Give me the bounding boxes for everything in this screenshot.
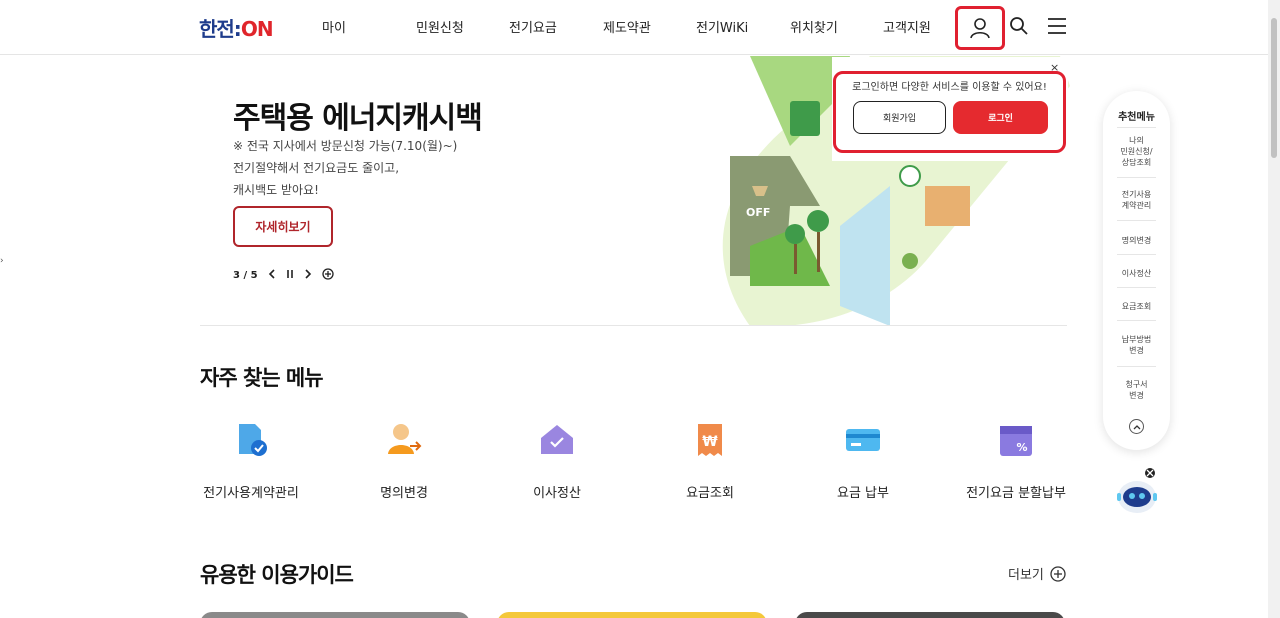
quick-item-payment-method[interactable]: 납부방법 변경 bbox=[1113, 334, 1160, 356]
quick-divider bbox=[1117, 254, 1156, 255]
quick-item-line: 변경 bbox=[1129, 391, 1144, 400]
login-popup: 로그인하면 다양한 서비스를 이용할 수 있어요! 회원가입 로그인 bbox=[833, 71, 1066, 153]
person-change-icon bbox=[388, 424, 422, 454]
quick-menu-title: 추천메뉴 bbox=[1118, 112, 1155, 123]
quick-item-line: 나의 bbox=[1129, 136, 1144, 145]
search-button[interactable] bbox=[1007, 14, 1031, 38]
carousel-pager: 3 / 5 bbox=[233, 268, 334, 283]
pager-count: 3 / 5 bbox=[233, 270, 258, 281]
hero-desc-line1: ※ 전국 지사에서 방문신청 가능(7.10(월)~) bbox=[233, 139, 458, 153]
freq-label: 전기요금 분할납부 bbox=[966, 486, 1066, 501]
logo-text-part2: ON bbox=[240, 17, 274, 41]
card-icon bbox=[846, 429, 880, 451]
svg-text:₩: ₩ bbox=[702, 434, 718, 450]
prev-edge-arrow: › bbox=[0, 256, 4, 266]
quick-item-line: 계약관리 bbox=[1121, 201, 1152, 210]
guide-card[interactable] bbox=[200, 612, 470, 618]
page-scrollbar[interactable] bbox=[1268, 0, 1280, 618]
hero-desc-line3: 캐시백도 받아요! bbox=[233, 183, 319, 197]
quick-item-line: 변경 bbox=[1129, 346, 1144, 355]
illus-off-label: OFF bbox=[746, 206, 770, 219]
search-icon bbox=[1010, 17, 1028, 35]
freq-bill-payment[interactable]: 요금 납부 bbox=[788, 420, 938, 501]
site-logo[interactable]: 한전:ON bbox=[199, 13, 274, 42]
freq-move-settlement[interactable]: 이사정산 bbox=[482, 420, 632, 501]
freq-label: 요금조회 bbox=[686, 486, 734, 501]
guide-card[interactable] bbox=[497, 612, 767, 618]
scrollbar-thumb[interactable] bbox=[1271, 18, 1277, 158]
quick-item-bill-inquiry[interactable]: 요금조회 bbox=[1113, 301, 1160, 312]
quick-item-bill-change[interactable]: 청구서 변경 bbox=[1113, 379, 1160, 401]
menu-button[interactable] bbox=[1045, 14, 1069, 38]
plus-circle-icon[interactable] bbox=[321, 268, 334, 283]
quick-divider bbox=[1117, 287, 1156, 288]
guide-card[interactable] bbox=[795, 612, 1065, 618]
header: 한전:ON 마이 민원신청 전기요금 제도약관 전기WiKi 위치찾기 고객지원 bbox=[0, 0, 1268, 55]
nav-civil-request[interactable]: 민원신청 bbox=[416, 17, 464, 36]
freq-bill-inquiry[interactable]: ₩ 요금조회 bbox=[635, 420, 785, 501]
more-button[interactable]: 더보기 bbox=[1008, 564, 1066, 583]
quick-item-name-change[interactable]: 명의변경 bbox=[1113, 235, 1160, 246]
hero-desc-line2: 전기절약해서 전기요금도 줄이고, bbox=[233, 161, 400, 175]
quick-item-line: 요금조회 bbox=[1121, 302, 1152, 311]
next-slide-icon[interactable] bbox=[304, 269, 312, 282]
quick-item-line: 민원신청/ bbox=[1120, 147, 1153, 156]
quick-item-line: 명의변경 bbox=[1121, 236, 1152, 245]
user-button[interactable] bbox=[955, 6, 1005, 50]
quick-item-line: 이사정산 bbox=[1121, 269, 1152, 278]
quick-item-contract[interactable]: 전기사용 계약관리 bbox=[1113, 189, 1160, 211]
section-divider bbox=[200, 325, 1067, 326]
chatbot-robot-icon[interactable] bbox=[1115, 468, 1165, 516]
quick-menu: 추천메뉴 나의 민원신청/ 상담조회 전기사용 계약관리 명의변경 이사정산 요… bbox=[1103, 91, 1170, 450]
plus-circle-icon bbox=[1050, 565, 1066, 582]
quick-divider bbox=[1117, 366, 1156, 367]
quick-item-my-request[interactable]: 나의 민원신청/ 상담조회 bbox=[1113, 135, 1160, 168]
freq-label: 요금 납부 bbox=[837, 486, 889, 501]
join-button[interactable]: 회원가입 bbox=[853, 101, 946, 134]
logo-text-part1: 한전: bbox=[199, 17, 242, 41]
popup-message: 로그인하면 다양한 서비스를 이용할 수 있어요! bbox=[852, 82, 1047, 93]
scroll-up-button[interactable] bbox=[1129, 419, 1144, 434]
guide-title: 유용한 이용가이드 bbox=[200, 563, 354, 587]
nav-terms[interactable]: 제도약관 bbox=[603, 17, 651, 36]
frequent-menu-title: 자주 찾는 메뉴 bbox=[200, 366, 324, 390]
freq-contract-management[interactable]: 전기사용계약관리 bbox=[176, 420, 326, 501]
hero-description: ※ 전국 지사에서 방문신청 가능(7.10(월)~) 전기절약해서 전기요금도… bbox=[233, 135, 457, 201]
prev-slide-icon[interactable] bbox=[268, 269, 276, 282]
freq-label: 명의변경 bbox=[380, 486, 428, 501]
nav-my[interactable]: 마이 bbox=[322, 17, 346, 36]
hero-title: 주택용 에너지캐시백 bbox=[233, 101, 483, 136]
more-label: 더보기 bbox=[1008, 568, 1044, 583]
nav-support[interactable]: 고객지원 bbox=[883, 17, 931, 36]
quick-item-line: 납부방법 bbox=[1121, 335, 1152, 344]
house-check-icon bbox=[541, 425, 573, 454]
nav-electric-bill[interactable]: 전기요금 bbox=[509, 17, 557, 36]
svg-text:%: % bbox=[1016, 441, 1027, 454]
calendar-percent-icon: % bbox=[1000, 426, 1032, 456]
hamburger-menu-icon bbox=[1048, 18, 1066, 34]
quick-divider bbox=[1117, 320, 1156, 321]
freq-installment-payment[interactable]: % 전기요금 분할납부 bbox=[941, 420, 1091, 501]
detail-button[interactable]: 자세히보기 bbox=[233, 206, 333, 247]
login-button[interactable]: 로그인 bbox=[953, 101, 1048, 134]
quick-item-line: 상담조회 bbox=[1121, 158, 1152, 167]
won-receipt-icon: ₩ bbox=[698, 424, 722, 456]
document-check-icon bbox=[239, 424, 267, 456]
quick-item-move-settlement[interactable]: 이사정산 bbox=[1113, 268, 1160, 279]
nav-location[interactable]: 위치찾기 bbox=[790, 17, 838, 36]
quick-divider bbox=[1117, 127, 1156, 128]
quick-item-line: 청구서 bbox=[1125, 380, 1148, 389]
page: 한전:ON 마이 민원신청 전기요금 제도약관 전기WiKi 위치찾기 고객지원 bbox=[0, 0, 1280, 618]
quick-item-line: 전기사용 bbox=[1121, 190, 1152, 199]
freq-name-change[interactable]: 명의변경 bbox=[329, 420, 479, 501]
nav-wiki[interactable]: 전기WiKi bbox=[696, 17, 748, 36]
freq-label: 이사정산 bbox=[533, 486, 581, 501]
chevron-up-icon bbox=[1133, 424, 1140, 429]
pause-icon[interactable] bbox=[286, 269, 294, 282]
quick-divider bbox=[1117, 177, 1156, 178]
user-icon bbox=[970, 18, 990, 39]
quick-divider bbox=[1117, 220, 1156, 221]
freq-label: 전기사용계약관리 bbox=[203, 486, 299, 501]
